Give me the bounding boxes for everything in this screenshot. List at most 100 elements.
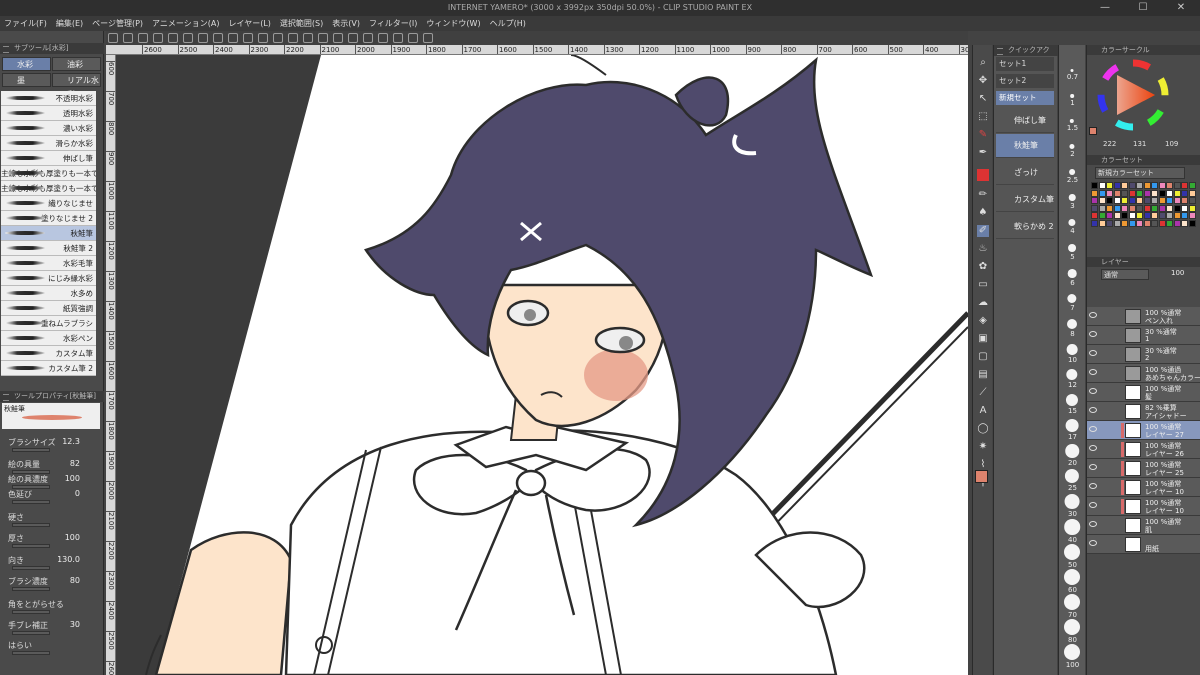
color-swatch[interactable] (1173, 197, 1181, 204)
color-swatch[interactable] (1106, 219, 1113, 227)
brush-item[interactable]: 水彩ペン (1, 331, 96, 346)
toolprop-value[interactable]: 100 (56, 474, 80, 483)
toolprop-value[interactable]: 80 (56, 576, 80, 585)
brush-item[interactable]: にじみ縁水彩 (1, 271, 96, 286)
color-swatch[interactable] (1158, 204, 1166, 212)
subtool-group-watercolor[interactable]: 水彩 (2, 57, 51, 71)
toolprop-slider[interactable] (12, 544, 50, 548)
color-swatch[interactable] (1173, 182, 1181, 189)
color-swatch[interactable] (1136, 182, 1143, 189)
eye-icon[interactable] (1089, 388, 1097, 394)
decoration-icon[interactable]: ✿ (977, 261, 989, 273)
color-swatch[interactable] (1143, 204, 1151, 212)
brush-size-dot[interactable] (1064, 594, 1080, 610)
color-swatch[interactable] (1098, 212, 1106, 219)
quick-set-1[interactable]: セット1 (996, 57, 1054, 71)
brush-icon[interactable]: ♠ (977, 207, 989, 219)
open-file-icon[interactable] (123, 33, 133, 43)
layer-row[interactable]: 100 %通常 レイヤー 26 (1087, 440, 1200, 459)
quick-item-custom[interactable]: カスタム筆 (996, 188, 1054, 212)
color-swatch[interactable] (1121, 197, 1128, 204)
color-swatch[interactable] (1181, 197, 1188, 204)
clear-icon[interactable] (213, 33, 223, 43)
minimize-button[interactable]: — (1086, 0, 1124, 16)
color-swatch[interactable] (1121, 212, 1128, 219)
layer-row[interactable]: 30 %通常 2 (1087, 345, 1200, 364)
color-swatch[interactable] (1128, 189, 1136, 197)
brush-size-dot[interactable] (1066, 344, 1078, 355)
color-swatch[interactable] (1091, 197, 1098, 204)
toolprop-slider[interactable] (12, 523, 50, 527)
eye-icon[interactable] (1089, 502, 1097, 508)
quick-set-new[interactable]: 新規セット (996, 91, 1054, 105)
brush-size-dot[interactable] (1065, 394, 1079, 407)
crop-icon[interactable] (273, 33, 283, 43)
pencil-icon[interactable]: ✏ (977, 189, 989, 201)
brush-size-dot[interactable] (1064, 519, 1080, 535)
menu-animation[interactable]: アニメーション(A) (152, 18, 219, 29)
colorset-select[interactable]: 新規カラーセット (1095, 167, 1185, 179)
layer-row[interactable]: 100 %通常 レイヤー 10 (1087, 497, 1200, 516)
undo-icon[interactable] (168, 33, 178, 43)
brush-size-dot[interactable] (1069, 144, 1075, 150)
brush-item[interactable]: 紙質強調 (1, 301, 96, 316)
toolprop-slider[interactable] (12, 610, 50, 614)
color-swatch[interactable] (1091, 204, 1098, 212)
color-wheel[interactable] (1097, 59, 1169, 131)
color-swatch[interactable] (1091, 189, 1098, 197)
text-icon[interactable]: A (977, 405, 989, 417)
color-swatch[interactable] (1098, 219, 1106, 227)
layer-row[interactable]: 100 %通常髪 (1087, 383, 1200, 402)
toolprop-slider[interactable] (12, 631, 50, 635)
layer-row[interactable]: 用紙 (1087, 535, 1200, 554)
brush-size-dot[interactable] (1067, 269, 1077, 278)
color-swatch[interactable] (1158, 189, 1166, 197)
watercolor-icon[interactable]: ✐ (977, 225, 989, 237)
quick-item-nobashi[interactable]: 伸ばし筆 (996, 109, 1054, 133)
brush-size-dot[interactable] (1065, 444, 1079, 458)
color-swatch[interactable] (1091, 182, 1098, 189)
brush-item[interactable]: 塗りなじませ 2 (1, 211, 96, 226)
brush-size-dot[interactable] (1064, 494, 1080, 509)
color-swatch[interactable] (1158, 197, 1166, 204)
toolprop-value[interactable]: 30 (56, 620, 80, 629)
color-swatch[interactable] (1091, 219, 1098, 227)
layer-row[interactable]: 100 %通常 レイヤー 27 (1087, 421, 1200, 440)
color-swatch[interactable] (1181, 204, 1188, 212)
ruler-icon[interactable]: ⟋ (977, 387, 989, 399)
layer-row[interactable]: 82 %乗算 アイシャドー (1087, 402, 1200, 421)
color-swatch[interactable] (1106, 212, 1113, 219)
new-file-icon[interactable] (108, 33, 118, 43)
blend-icon[interactable]: ☁ (977, 297, 989, 309)
color-swatch[interactable] (1151, 212, 1158, 219)
color-swatch[interactable] (1098, 182, 1106, 189)
brush-size-dot[interactable] (1068, 244, 1076, 252)
color-swatch[interactable] (1113, 219, 1121, 227)
brush-size-dot[interactable] (1070, 69, 1074, 72)
menu-page[interactable]: ページ管理(P) (92, 18, 143, 29)
main-color-swatch[interactable] (975, 470, 988, 483)
color-swatch[interactable] (1106, 197, 1113, 204)
fill-icon[interactable] (228, 33, 238, 43)
color-swatch[interactable] (1173, 204, 1181, 212)
close-button[interactable]: ✕ (1162, 0, 1200, 16)
toolprop-slider[interactable] (12, 448, 50, 452)
color-swatch[interactable] (1173, 219, 1181, 227)
clip-studio-icon[interactable] (408, 33, 418, 43)
redo-icon[interactable] (183, 33, 193, 43)
color-swatch[interactable] (1188, 189, 1196, 197)
brush-size-dot[interactable] (1066, 369, 1078, 381)
color-swatch[interactable] (1151, 182, 1158, 189)
snap-grid-icon[interactable] (363, 33, 373, 43)
gradient-icon[interactable]: ▣ (977, 333, 989, 345)
color-swatch[interactable] (1121, 219, 1128, 227)
export-icon[interactable] (153, 33, 163, 43)
color-swatch[interactable] (1188, 212, 1196, 219)
operation-icon[interactable]: ↖ (977, 93, 989, 105)
brush-size-dot[interactable] (1064, 619, 1080, 635)
color-swatch[interactable] (1113, 212, 1121, 219)
eye-icon[interactable] (1089, 521, 1097, 527)
brush-size-dot[interactable] (1067, 294, 1077, 304)
figure-icon[interactable]: ▢ (977, 351, 989, 363)
color-swatch[interactable] (1166, 204, 1173, 212)
